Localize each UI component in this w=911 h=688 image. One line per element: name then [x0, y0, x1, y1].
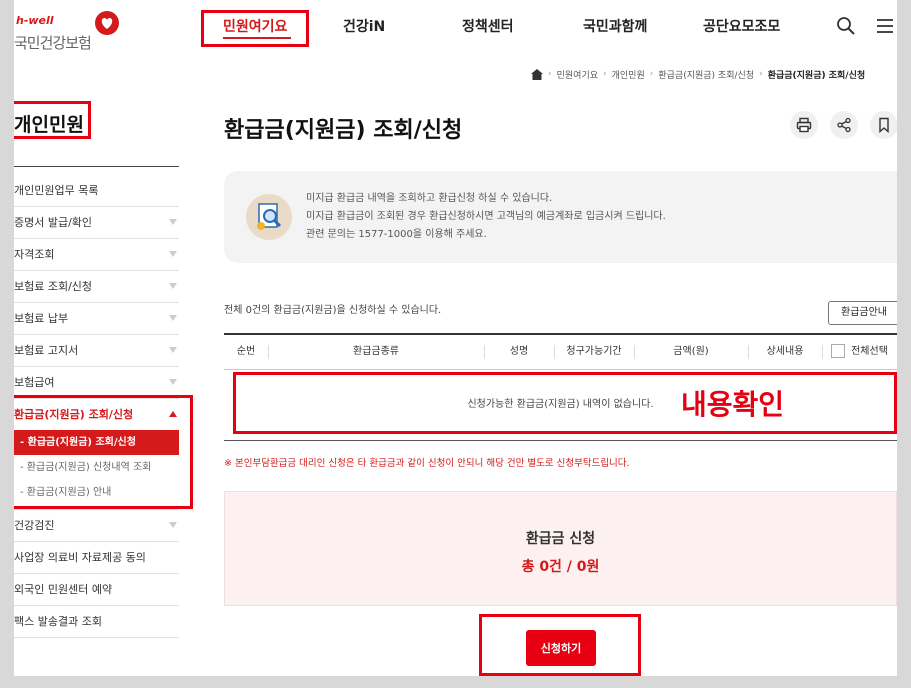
apply-button[interactable]: 신청하기 — [526, 630, 596, 666]
breadcrumb-item-1[interactable]: 민원여기요 — [557, 68, 598, 81]
sidebar-item-label: 사업장 의료비 자료제공 동의 — [14, 551, 146, 564]
breadcrumb: › 민원여기요 › 개인민원 › 환급금(지원금) 조회/신청 › 환급금(지원… — [531, 66, 865, 82]
sidebar-item-label: 자격조회 — [14, 248, 55, 261]
sidebar-item-label: 보험료 조회/신청 — [14, 280, 93, 293]
sidebar-item-premium-bill[interactable]: 보험료 고지서 — [14, 335, 179, 367]
print-button[interactable] — [790, 111, 818, 139]
gnb-item-people[interactable]: 국민과함께 — [583, 16, 647, 36]
chevron-down-icon — [169, 347, 177, 353]
info-line: 미지급 환급금이 조회된 경우 환급신청하시면 고객님의 예금계좌로 입금시켜 … — [306, 211, 666, 222]
sidebar-item-benefit[interactable]: 보험급여 — [14, 367, 179, 399]
empty-table-message: 신청가능한 환급금(지원금) 내역이 없습니다. — [467, 399, 654, 410]
column-header-no: 순번 — [236, 346, 256, 357]
sidebar-item-refund[interactable]: 환급금(지원금) 조회/신청 — [14, 399, 179, 430]
sidebar-subitem-label: 환급금(지원금) 신청내역 조회 — [26, 462, 152, 473]
sidebar-item-medical-consent[interactable]: 사업장 의료비 자료제공 동의 — [14, 542, 179, 574]
info-panel: 미지급 환급금 내역을 조회하고 환급신청 하실 수 있습니다. 미지급 환급금… — [224, 171, 897, 263]
chevron-down-icon — [169, 283, 177, 289]
sidebar-divider — [14, 166, 179, 167]
breadcrumb-item-3[interactable]: 환급금(지원금) 조회/신청 — [658, 68, 754, 81]
sidebar-item-premium-inquiry[interactable]: 보험료 조회/신청 — [14, 271, 179, 303]
home-icon[interactable] — [531, 68, 543, 80]
sidebar-item-foreigner-reservation[interactable]: 외국인 민원센터 예약 — [14, 574, 179, 606]
sidebar-item-certificate[interactable]: 증명서 발급/확인 — [14, 207, 179, 239]
sidebar-submenu-refund: - 환급금(지원금) 조회/신청 - 환급금(지원금) 신청내역 조회 - 환급… — [14, 430, 179, 510]
chevron-down-icon — [169, 219, 177, 225]
chevron-down-icon — [169, 522, 177, 528]
gnb-item-civil[interactable]: 민원여기요 — [223, 16, 287, 36]
column-header-type: 환급금종류 — [353, 346, 399, 357]
sidebar-item-label: 증명서 발급/확인 — [14, 216, 93, 229]
refund-guide-button[interactable]: 환급금안내 — [828, 301, 897, 325]
chevron-up-icon — [169, 411, 177, 417]
info-text: 미지급 환급금 내역을 조회하고 환급신청 하실 수 있습니다. 미지급 환급금… — [306, 190, 666, 244]
sidebar-item-label: 개인민원업무 목록 — [14, 184, 99, 197]
gnb-item-about[interactable]: 공단요모조모 — [703, 16, 780, 36]
sidebar-item-label: 외국인 민원센터 예약 — [14, 583, 113, 596]
sidebar-item-label: 건강검진 — [14, 519, 55, 532]
gnb-item-health[interactable]: 건강iN — [343, 16, 385, 36]
sidebar-item-label: 보험료 고지서 — [14, 344, 79, 357]
column-header-detail: 상세내용 — [766, 346, 804, 357]
table-bottom-line — [224, 440, 897, 441]
sidebar-item-label: 보험료 납부 — [14, 312, 69, 325]
refund-count-text: 전체 0건의 환급금(지원금)을 신청하실 수 있습니다. — [224, 305, 442, 316]
sidebar-subitem-refund-history[interactable]: - 환급금(지원금) 신청내역 조회 — [14, 455, 179, 480]
share-button[interactable] — [830, 111, 858, 139]
sidebar-subitem-refund-apply[interactable]: - 환급금(지원금) 조회/신청 — [14, 430, 179, 455]
gnb-item-policy[interactable]: 정책센터 — [462, 16, 514, 36]
search-icon[interactable] — [836, 16, 856, 36]
breadcrumb-item-current: 환급금(지원금) 조회/신청 — [767, 70, 866, 81]
sidebar-item-label: 팩스 발송결과 조회 — [14, 615, 102, 628]
page-frame: h-well 국민건강보험 민원여기요 건강iN 정책센터 국민과함께 공단요모… — [14, 0, 897, 676]
chevron-down-icon — [169, 251, 177, 257]
summary-title: 환급금 신청 — [525, 531, 596, 547]
magnifier-document-icon — [246, 194, 292, 240]
sidebar-item-list[interactable]: 개인민원업무 목록 — [14, 175, 179, 207]
breadcrumb-separator-icon: › — [649, 69, 654, 79]
column-header-amount: 금액(원) — [673, 346, 709, 357]
gnb-active-underline — [223, 37, 291, 39]
sidebar-item-premium-payment[interactable]: 보험료 납부 — [14, 303, 179, 335]
global-nav: 민원여기요 건강iN 정책센터 국민과함께 공단요모조모 — [14, 16, 897, 39]
sidebar-title: 개인민원 — [14, 114, 84, 136]
bookmark-button[interactable] — [870, 111, 897, 139]
select-all-label: 전체선택 — [851, 346, 888, 357]
bookmark-icon — [879, 117, 889, 133]
sidebar-menu: 개인민원업무 목록 증명서 발급/확인 자격조회 보험료 조회/신청 보험료 납… — [14, 175, 179, 638]
hamburger-menu-icon[interactable] — [875, 16, 895, 36]
annotation-label: 내용확인 — [681, 388, 785, 421]
sidebar-subitem-refund-guide[interactable]: - 환급금(지원금) 안내 — [14, 480, 179, 505]
sidebar-item-fax-result[interactable]: 팩스 발송결과 조회 — [14, 606, 179, 638]
breadcrumb-separator-icon: › — [603, 69, 607, 79]
column-header-period: 청구가능기간 — [566, 346, 622, 357]
info-line: 미지급 환급금 내역을 조회하고 환급신청 하실 수 있습니다. — [306, 193, 553, 204]
sidebar-item-checkup[interactable]: 건강검진 — [14, 510, 179, 542]
chevron-down-icon — [169, 315, 177, 321]
column-header-name: 성명 — [509, 346, 529, 357]
sidebar-subitem-label: 환급금(지원금) 안내 — [26, 487, 112, 498]
sidebar-item-qualification[interactable]: 자격조회 — [14, 239, 179, 271]
breadcrumb-item-2[interactable]: 개인민원 — [612, 68, 645, 81]
proxy-notice: ※ 본인부담환급금 대리인 신청은 타 환급금과 같이 신청이 안되니 해당 건… — [224, 458, 630, 469]
select-all-checkbox[interactable] — [831, 344, 846, 358]
sidebar-item-label: 환급금(지원금) 조회/신청 — [14, 408, 134, 421]
share-icon — [837, 117, 851, 133]
refund-table-header: 순번 환급금종류 성명 청구가능기간 금액(원) 상세내용 전체선택 — [224, 333, 897, 370]
breadcrumb-separator-icon: › — [548, 69, 552, 79]
sidebar-subitem-label: 환급금(지원금) 조회/신청 — [27, 437, 136, 448]
summary-total: 총 0건 / 0원 — [521, 559, 600, 575]
sidebar-item-label: 보험급여 — [14, 376, 55, 389]
refund-summary-box: 환급금 신청 총 0건 / 0원 — [224, 491, 897, 606]
page-title: 환급금(지원금) 조회/신청 — [224, 118, 463, 143]
chevron-down-icon — [169, 379, 177, 385]
select-all-cell[interactable]: 전체선택 — [822, 335, 897, 369]
breadcrumb-separator-icon: › — [759, 69, 763, 79]
info-line: 관련 문의는 1577-1000을 이용해 주세요. — [306, 229, 487, 240]
print-icon — [796, 117, 812, 133]
